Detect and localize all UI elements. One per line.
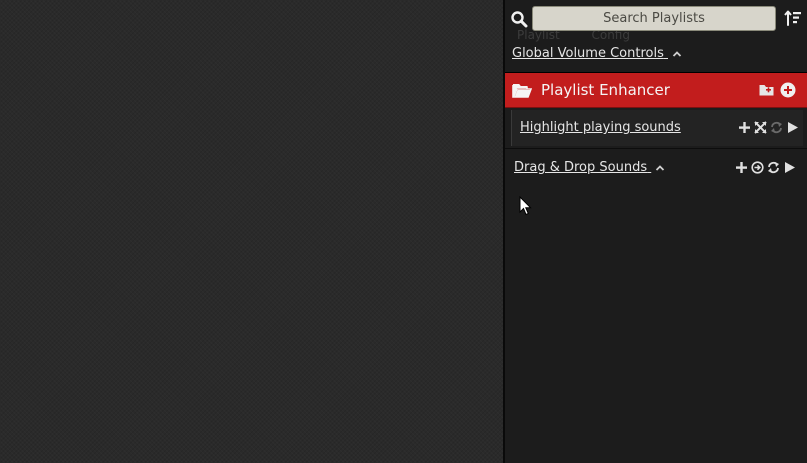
search-row [505, 6, 807, 32]
drag-drop-controls [735, 161, 799, 175]
search-icon[interactable] [510, 10, 528, 28]
sound-row[interactable]: Highlight playing sounds [511, 110, 803, 146]
game-canvas[interactable] [0, 0, 503, 463]
playlist-header[interactable]: Playlist Enhancer [505, 73, 807, 108]
drag-drop-label: Drag & Drop Sounds [514, 160, 648, 175]
global-volume-label: Global Volume Controls [512, 46, 664, 61]
mouse-cursor-icon [519, 196, 532, 216]
playlists-sidebar: Playlist Config Global Volume Controls P… [503, 0, 807, 463]
global-volume-toggle[interactable]: Global Volume Controls [512, 46, 682, 61]
sound-controls [738, 121, 802, 135]
play-icon[interactable] [786, 121, 799, 134]
add-icon[interactable] [735, 161, 748, 174]
forward-circle-icon[interactable] [751, 161, 764, 174]
add-icon[interactable] [738, 121, 751, 134]
play-icon[interactable] [783, 161, 796, 174]
chevron-up-icon [672, 50, 682, 57]
sound-name[interactable]: Highlight playing sounds [520, 120, 681, 135]
folder-open-icon [512, 84, 532, 98]
add-circle-icon[interactable] [780, 82, 796, 98]
folder-create-icon[interactable] [759, 83, 774, 97]
sort-order-icon[interactable] [784, 10, 802, 28]
search-input[interactable] [532, 6, 776, 31]
divider [505, 148, 807, 149]
repeat-icon[interactable] [770, 121, 783, 134]
drag-drop-toggle[interactable]: Drag & Drop Sounds [514, 160, 665, 175]
playlist-title: Playlist Enhancer [541, 81, 670, 99]
shuffle-icon[interactable] [754, 121, 767, 134]
chevron-up-icon [656, 164, 665, 171]
repeat-icon[interactable] [767, 161, 780, 174]
